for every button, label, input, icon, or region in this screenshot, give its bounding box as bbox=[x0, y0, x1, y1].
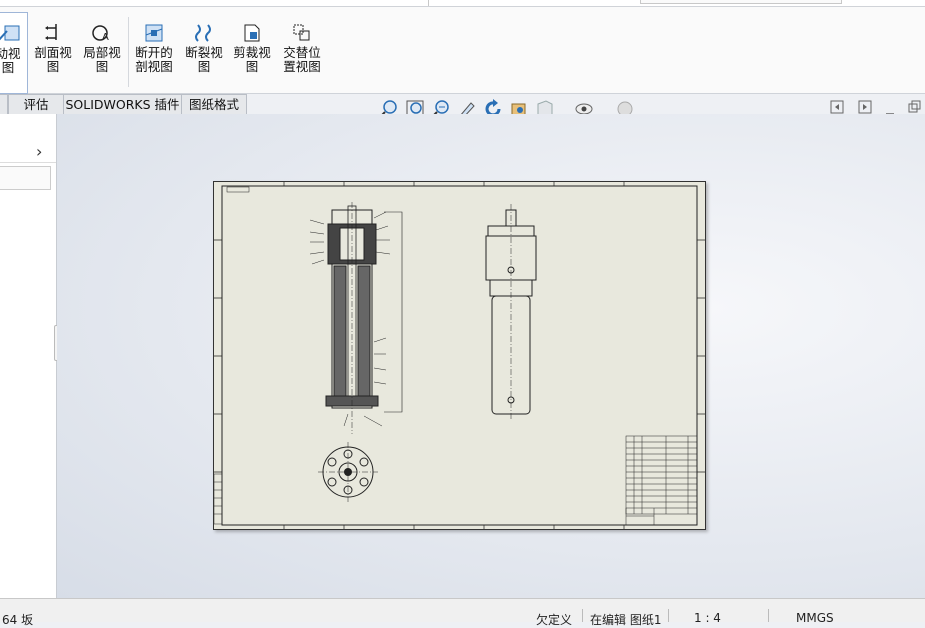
status-editing-sheet[interactable]: 在编辑 图纸1 bbox=[590, 611, 661, 628]
revision-block bbox=[213, 473, 223, 525]
auto-view-icon bbox=[0, 25, 20, 41]
feature-manager-panel: › bbox=[0, 114, 57, 598]
detail-view-button[interactable]: A 局部视 图 bbox=[80, 12, 124, 92]
tile-right-icon[interactable] bbox=[858, 100, 872, 114]
alternate-position-view-button[interactable]: 交替位 置视图 bbox=[279, 12, 325, 92]
panel-header-row[interactable] bbox=[0, 138, 56, 163]
ribbon-separator bbox=[128, 17, 129, 87]
status-separator bbox=[582, 609, 583, 622]
command-manager-ribbon: 动视 图 剖面视 图 A 局部视 图 断开的 剖视图 断裂视 图 剪裁视 图 交… bbox=[0, 7, 925, 94]
tab-evaluate[interactable]: 评估 bbox=[8, 94, 64, 115]
title-block[interactable] bbox=[625, 507, 698, 526]
tile-left-icon[interactable] bbox=[830, 100, 844, 114]
status-separator bbox=[768, 609, 769, 622]
drawing-sheet-svg bbox=[213, 182, 705, 529]
bill-of-materials-table[interactable] bbox=[625, 435, 698, 515]
section-view-button[interactable]: 剖面视 图 bbox=[32, 12, 74, 92]
crop-view-label: 剪裁视 图 bbox=[233, 45, 271, 74]
front-view[interactable] bbox=[485, 204, 537, 420]
drawing-sheet[interactable] bbox=[213, 181, 706, 530]
break-view-icon bbox=[195, 24, 211, 42]
section-view-label: 剖面视 图 bbox=[34, 45, 72, 74]
broken-out-section-label: 断开的 剖视图 bbox=[135, 45, 173, 74]
status-bar: 64 坂 欠定义 在编辑 图纸1 1 : 4 MMGS bbox=[0, 598, 925, 627]
bottom-view[interactable] bbox=[318, 442, 378, 502]
chevron-right-icon[interactable]: › bbox=[36, 142, 42, 161]
alternate-position-view-label: 交替位 置视图 bbox=[283, 45, 321, 74]
alternate-position-view-icon bbox=[293, 24, 310, 41]
top-strip bbox=[0, 0, 925, 7]
tab-sheet-format[interactable]: 图纸格式 bbox=[181, 94, 247, 115]
section-view-icon bbox=[45, 24, 57, 40]
panel-filter-field[interactable] bbox=[0, 166, 51, 190]
command-tabs: 评估 SOLIDWORKS 插件 图纸格式 bbox=[0, 94, 250, 115]
status-sheet-scale[interactable]: 1 : 4 bbox=[694, 611, 721, 625]
break-view-label: 断裂视 图 bbox=[185, 45, 223, 74]
section-view[interactable] bbox=[309, 202, 403, 434]
status-left-text: 64 坂 bbox=[2, 613, 34, 627]
status-definition: 欠定义 bbox=[536, 613, 573, 627]
status-units[interactable]: MMGS bbox=[796, 611, 834, 625]
top-separator bbox=[428, 0, 429, 6]
status-separator bbox=[668, 609, 669, 622]
tab-solidworks-addins[interactable]: SOLIDWORKS 插件 bbox=[63, 94, 182, 115]
auto-view-button[interactable]: 动视 图 bbox=[0, 12, 28, 94]
break-view-button[interactable]: 断裂视 图 bbox=[182, 12, 226, 92]
broken-out-section-button[interactable]: 断开的 剖视图 bbox=[132, 12, 176, 92]
top-search-field[interactable] bbox=[640, 0, 842, 4]
tab-prev[interactable] bbox=[0, 94, 8, 115]
crop-view-button[interactable]: 剪裁视 图 bbox=[230, 12, 274, 92]
drawing-number-box bbox=[226, 186, 250, 193]
zone-ticks bbox=[214, 182, 705, 529]
auto-view-label: 动视 图 bbox=[0, 46, 21, 75]
crop-view-icon bbox=[244, 24, 260, 42]
detail-view-icon: A bbox=[92, 25, 109, 43]
detail-view-label: 局部视 图 bbox=[83, 45, 121, 74]
restore-icon[interactable] bbox=[908, 100, 922, 114]
broken-out-section-icon bbox=[145, 24, 163, 42]
svg-text:A: A bbox=[102, 32, 109, 43]
